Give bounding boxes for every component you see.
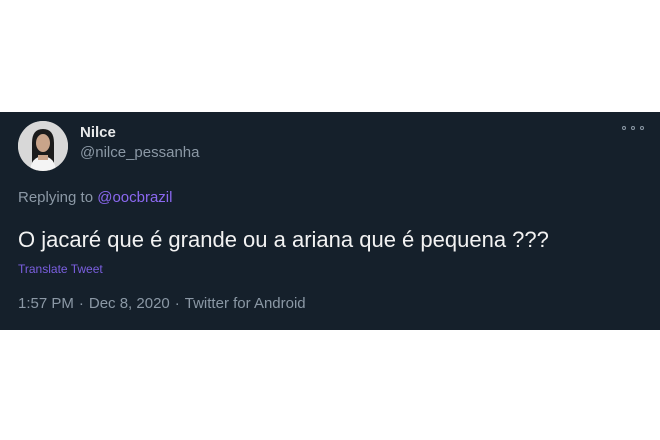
author-handle[interactable]: @nilce_pessanha bbox=[80, 144, 199, 161]
separator: · bbox=[174, 295, 180, 312]
translate-tweet-link[interactable]: Translate Tweet bbox=[18, 262, 103, 276]
more-dot bbox=[622, 126, 626, 130]
tweet-source[interactable]: Twitter for Android bbox=[185, 295, 306, 312]
separator: · bbox=[78, 295, 84, 312]
avatar-image bbox=[18, 121, 68, 171]
more-dot bbox=[631, 126, 635, 130]
replying-to-label: Replying to bbox=[18, 189, 94, 206]
tweet-time[interactable]: 1:57 PM bbox=[18, 295, 74, 312]
tweet-date[interactable]: Dec 8, 2020 bbox=[89, 295, 170, 312]
replying-to: Replying to @oocbrazil bbox=[18, 189, 172, 206]
avatar[interactable] bbox=[18, 121, 68, 171]
more-dot bbox=[640, 126, 644, 130]
tweet-text: O jacaré que é grande ou a ariana que é … bbox=[18, 227, 549, 252]
tweet-metadata: 1:57 PM · Dec 8, 2020 · Twitter for Android bbox=[18, 295, 306, 312]
tweet-card: Nilce @nilce_pessanha Replying to @oocbr… bbox=[0, 112, 660, 330]
author-name[interactable]: Nilce bbox=[80, 124, 116, 141]
reply-mention-link[interactable]: @oocbrazil bbox=[97, 189, 172, 206]
more-options-icon[interactable] bbox=[622, 121, 644, 135]
